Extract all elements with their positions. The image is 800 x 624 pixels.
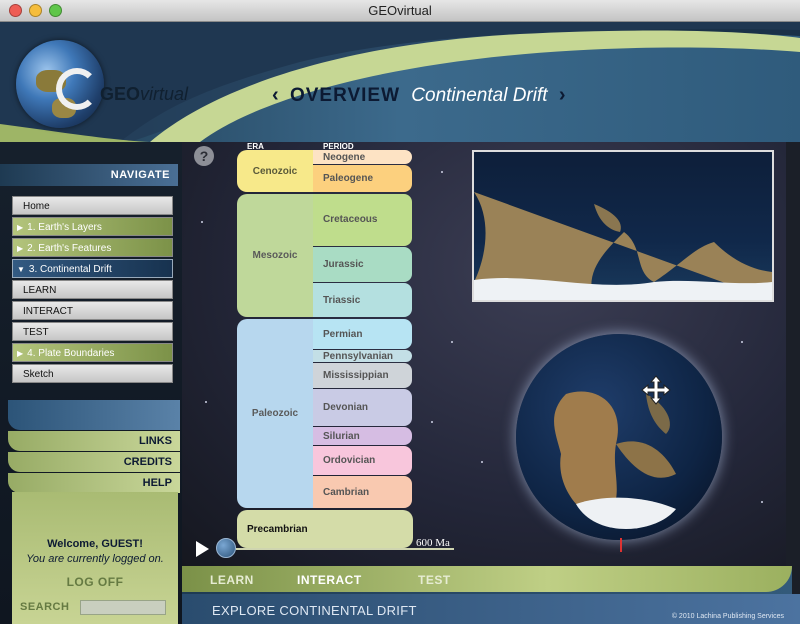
play-triangle-icon: ▶ <box>17 223 24 232</box>
sidebar-item-test[interactable]: TEST <box>12 322 173 341</box>
era-label: Paleozoic <box>251 408 299 419</box>
period-label: Ordovician <box>323 455 376 466</box>
navigate-header: NAVIGATE <box>0 164 178 186</box>
era-precambrian[interactable]: Precambrian <box>237 510 413 548</box>
app-header: GEOvirtual ‹ OVERVIEW Continental Drift … <box>0 22 800 142</box>
play-triangle-icon: ▶ <box>17 349 24 358</box>
period-triassic[interactable]: Triassic <box>313 283 412 317</box>
period-silurian[interactable]: Silurian <box>313 427 412 445</box>
sidebar-item-label: TEST <box>23 327 49 338</box>
footer: EXPLORE CONTINENTAL DRIFT © 2010 Lachina… <box>182 594 800 624</box>
period-neogene[interactable]: Neogene <box>313 150 412 164</box>
copyright-text: © 2010 Lachina Publishing Services <box>671 613 784 620</box>
mode-tab-bar: LEARN INTERACT TEST <box>182 566 792 594</box>
sidebar-item-1-earth-s-layers[interactable]: ▶ 1. Earth's Layers <box>12 217 173 236</box>
window-title: GEOvirtual <box>368 3 432 18</box>
sidebar-item-sketch[interactable]: Sketch <box>12 364 173 383</box>
sidebar-tab-decor <box>8 400 180 430</box>
sidebar-item-label: 4. Plate Boundaries <box>27 348 115 359</box>
era-label: Mesozoic <box>252 250 298 261</box>
logo-g-mark <box>56 68 98 110</box>
search-input[interactable] <box>80 600 166 615</box>
period-cambrian[interactable]: Cambrian <box>313 476 412 508</box>
map-continents <box>474 192 772 300</box>
period-devonian[interactable]: Devonian <box>313 389 412 426</box>
window-titlebar: GEOvirtual <box>0 0 800 22</box>
play-triangle-icon: ▶ <box>17 244 24 253</box>
page-title: ‹ OVERVIEW Continental Drift › <box>272 84 565 107</box>
era-label: Precambrian <box>247 524 308 535</box>
links-button[interactable]: LINKS <box>8 431 180 451</box>
period-label: Cretaceous <box>323 214 378 225</box>
move-arrows-icon[interactable] <box>640 374 672 406</box>
period-label: Permian <box>323 328 363 340</box>
welcome-text: Welcome, GUEST! <box>47 538 143 550</box>
sidebar-item-label: 2. Earth's Features <box>27 243 112 254</box>
expand-triangle-icon: ▼ <box>17 265 25 274</box>
globe-continents <box>554 391 676 529</box>
section-title: OVERVIEW <box>289 85 401 106</box>
period-label: Devonian <box>323 402 369 413</box>
flat-world-map <box>472 150 774 302</box>
credits-button[interactable]: CREDITS <box>8 452 180 472</box>
era-paleozoic[interactable]: Paleozoic <box>237 319 313 508</box>
main-stage: ? ERA PERIOD Cenozoic Mesozoic Paleozoic… <box>182 142 786 566</box>
era-cenozoic[interactable]: Cenozoic <box>237 150 313 192</box>
period-label: Pennsylvanian <box>323 350 394 362</box>
logo-geo-text: GEO <box>100 84 141 104</box>
sidebar-item-label: 1. Earth's Layers <box>27 222 102 233</box>
nav-list: Home ▶ 1. Earth's Layers ▶ 2. Earth's Featur… <box>12 196 173 385</box>
topic-title: Continental Drift <box>411 85 548 106</box>
timeline-slider-handle[interactable] <box>216 538 236 558</box>
sidebar: NAVIGATE Home ▶ 1. Earth's Layers ▶ 2. Earth… <box>0 142 182 624</box>
logged-on-text: You are currently logged on. <box>26 553 164 565</box>
period-paleogene[interactable]: Paleogene <box>313 165 412 192</box>
mode-tab-strip <box>182 566 792 592</box>
sidebar-item-interact[interactable]: INTERACT <box>12 301 173 320</box>
era-mesozoic[interactable]: Mesozoic <box>237 194 313 317</box>
time-readout: 600 Ma <box>416 537 450 549</box>
period-cretaceous[interactable]: Cretaceous <box>313 194 412 246</box>
logo-virtual-text: virtual <box>140 84 189 104</box>
next-arrow-icon[interactable]: › <box>559 84 566 106</box>
sidebar-item-label: Home <box>23 201 50 212</box>
period-label: Silurian <box>323 430 360 442</box>
sidebar-item-label: 3. Continental Drift <box>28 264 112 275</box>
period-label: Paleogene <box>323 173 374 184</box>
period-label: Mississippian <box>323 370 389 381</box>
period-label: Jurassic <box>323 259 364 270</box>
period-label: Triassic <box>323 294 361 306</box>
sidebar-item-label: Sketch <box>23 369 54 380</box>
period-ordovician[interactable]: Ordovician <box>313 446 412 475</box>
prev-arrow-icon[interactable]: ‹ <box>272 84 279 106</box>
sidebar-item-label: LEARN <box>23 285 57 296</box>
sidebar-item-label: INTERACT <box>23 306 73 317</box>
explore-title: EXPLORE CONTINENTAL DRIFT <box>212 603 417 618</box>
sidebar-item-learn[interactable]: LEARN <box>12 280 173 299</box>
era-label: Cenozoic <box>252 165 298 177</box>
period-pennsylvanian[interactable]: Pennsylvanian <box>313 350 412 362</box>
sidebar-item-home[interactable]: Home <box>12 196 173 215</box>
help-circle-icon[interactable]: ? <box>194 146 214 166</box>
sidebar-tabs: LINKS CREDITS HELP <box>8 400 180 494</box>
sidebar-item-3-continental-drift[interactable]: ▼ 3. Continental Drift <box>12 259 173 278</box>
sidebar-item-2-earth-s-features[interactable]: ▶ 2. Earth's Features <box>12 238 173 257</box>
period-mississippian[interactable]: Mississippian <box>313 363 412 388</box>
period-label: Neogene <box>323 151 366 163</box>
header-swoosh <box>0 22 800 142</box>
app-logo[interactable]: GEOvirtual <box>100 84 188 105</box>
search-label: SEARCH <box>20 601 70 613</box>
globe-marker <box>620 538 622 552</box>
help-button[interactable]: HELP <box>8 473 180 493</box>
period-permian[interactable]: Permian <box>313 319 412 349</box>
sidebar-item-4-plate-boundaries[interactable]: ▶ 4. Plate Boundaries <box>12 343 173 362</box>
globe-view[interactable] <box>516 334 722 540</box>
tab-interact[interactable]: INTERACT <box>297 573 362 587</box>
tab-learn[interactable]: LEARN <box>210 573 254 587</box>
tab-test[interactable]: TEST <box>418 573 451 587</box>
log-off-button[interactable]: LOG OFF <box>12 575 178 589</box>
period-label: Cambrian <box>323 486 370 498</box>
period-jurassic[interactable]: Jurassic <box>313 247 412 282</box>
play-icon[interactable] <box>196 541 209 557</box>
